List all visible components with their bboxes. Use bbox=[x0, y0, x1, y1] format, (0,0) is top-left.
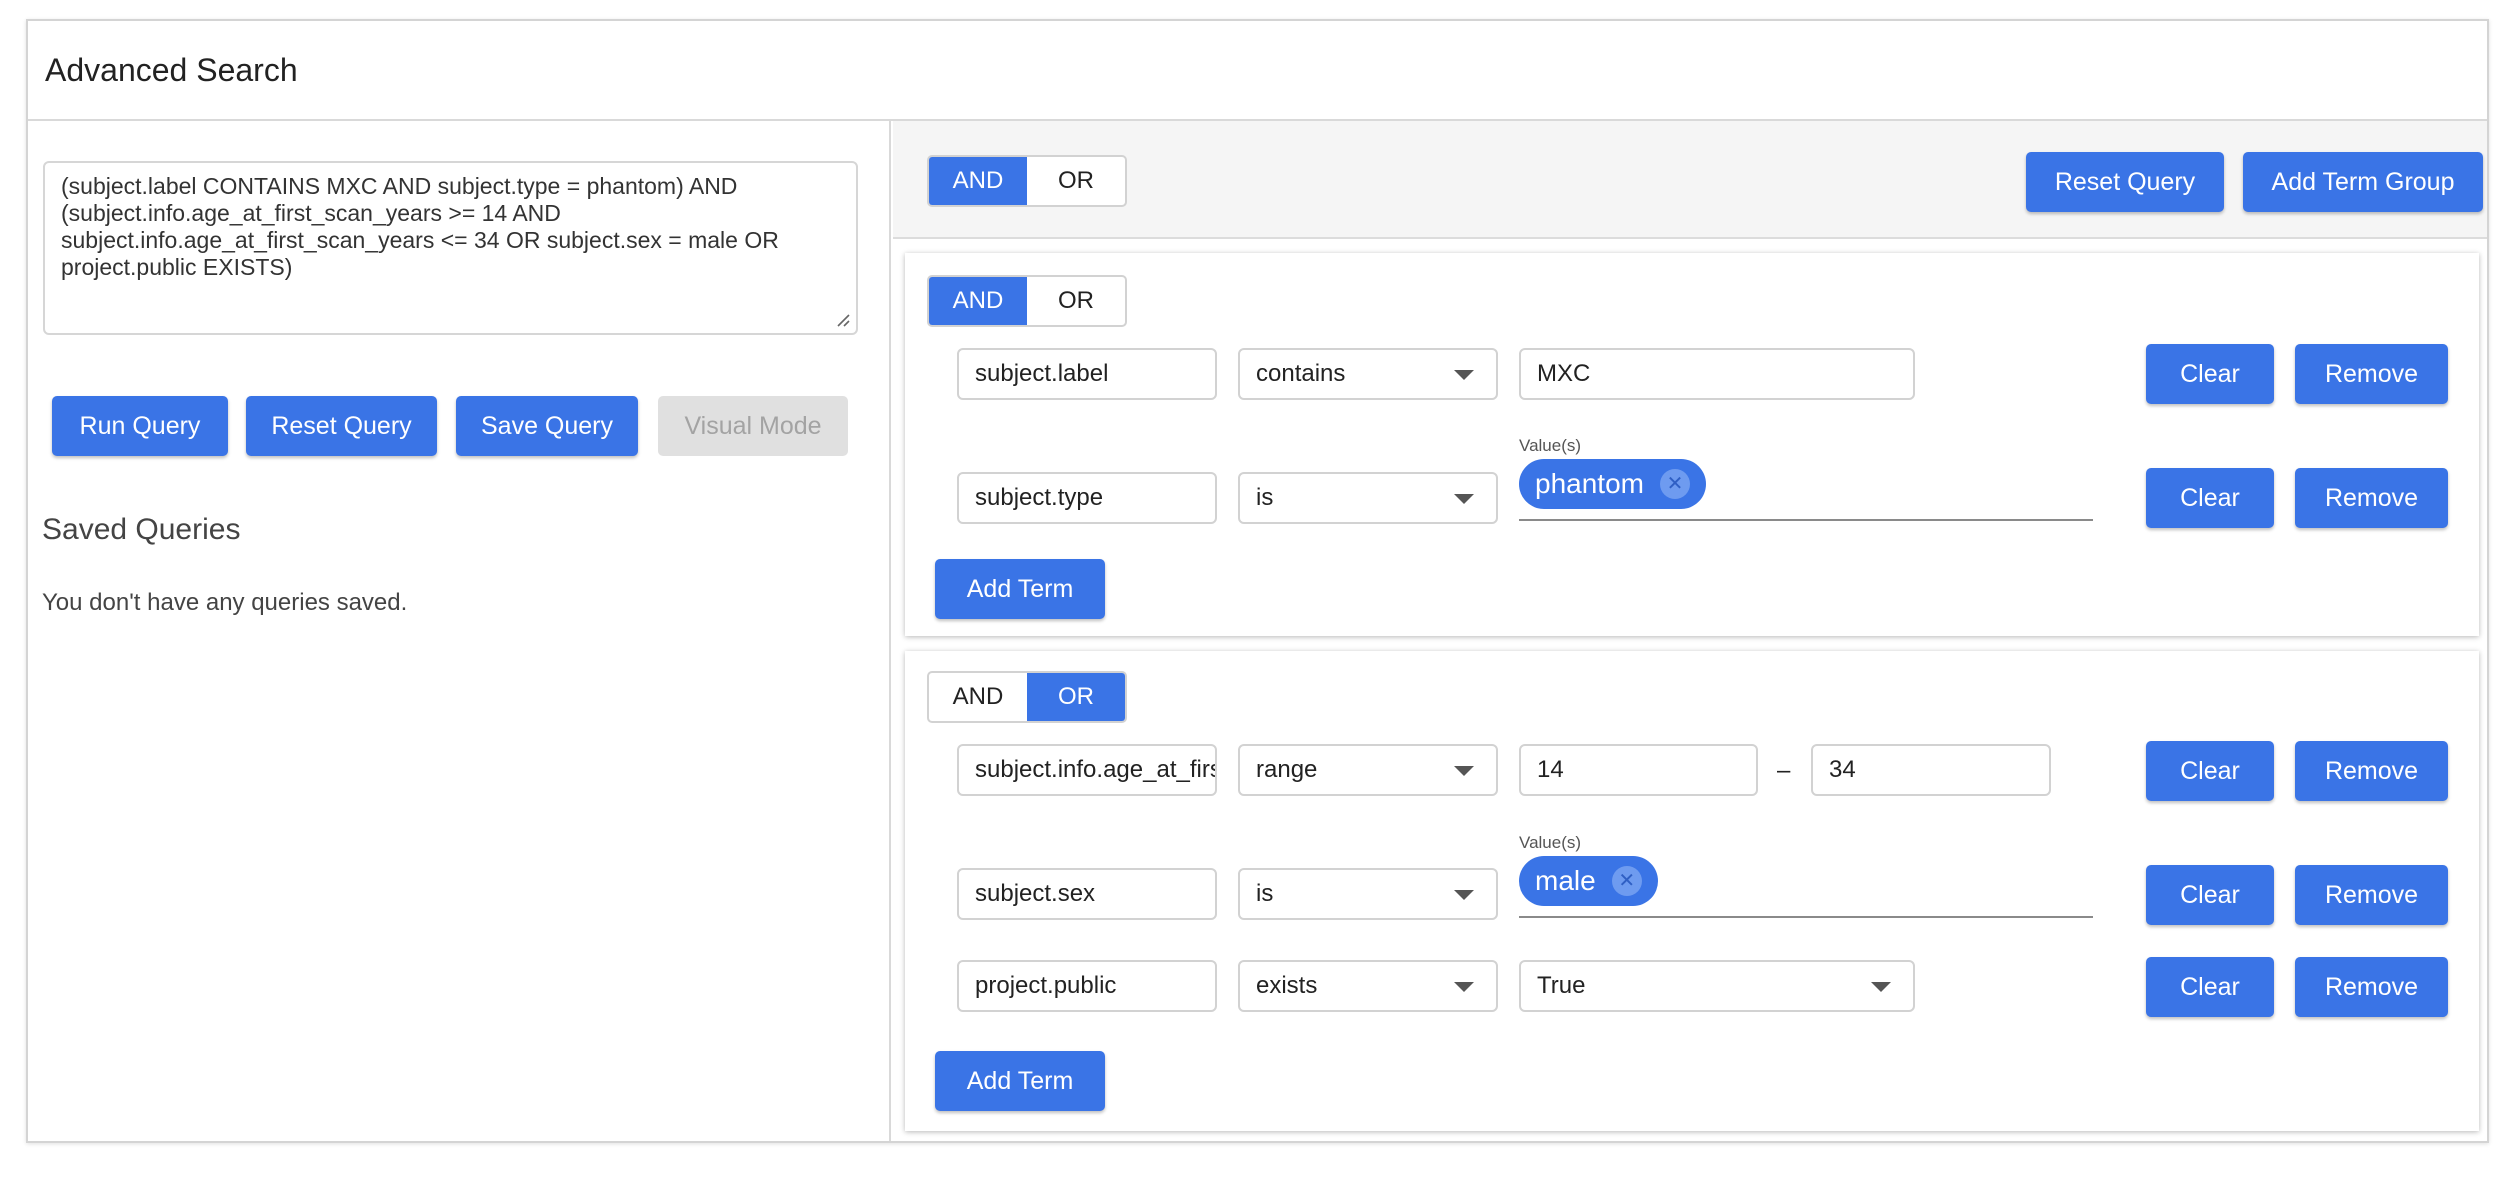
saved-queries-empty-message: You don't have any queries saved. bbox=[42, 589, 408, 616]
save-query-button[interactable]: Save Query bbox=[456, 396, 638, 456]
builder-toolbar: AND OR Reset Query Add Term Group bbox=[893, 121, 2487, 239]
dropdown-arrow-icon bbox=[1454, 766, 1474, 776]
group-1-or-option[interactable]: OR bbox=[1027, 277, 1125, 325]
group-2-or-option[interactable]: OR bbox=[1027, 673, 1125, 721]
page-title: Advanced Search bbox=[45, 51, 298, 88]
term-value: True bbox=[1537, 972, 1586, 999]
values-label: Value(s) bbox=[1519, 833, 1582, 852]
term-operator-value: is bbox=[1256, 880, 1274, 907]
remove-term-button[interactable]: Remove bbox=[2295, 344, 2448, 404]
values-label: Value(s) bbox=[1519, 436, 1582, 455]
dropdown-arrow-icon bbox=[1454, 494, 1474, 504]
value-chip-label: male bbox=[1535, 865, 1596, 896]
range-min-value: 14 bbox=[1537, 756, 1564, 783]
term-operator-value: exists bbox=[1256, 972, 1318, 999]
panel-header: Advanced Search bbox=[28, 21, 2487, 121]
group-1-operator-toggle: AND OR bbox=[927, 275, 1127, 327]
root-operator-toggle: AND OR bbox=[927, 155, 1127, 207]
group-2-operator-toggle: AND OR bbox=[927, 671, 1127, 723]
term-field-value: project.public bbox=[975, 972, 1117, 999]
term-values-chip-input[interactable]: phantom ✕ bbox=[1519, 459, 2093, 521]
range-max-value: 34 bbox=[1829, 756, 1856, 783]
term-field-value: subject.info.age_at_first_scan_years bbox=[975, 756, 1215, 783]
term-field-input[interactable]: project.public bbox=[957, 960, 1217, 1012]
term-field-value: subject.label bbox=[975, 360, 1109, 387]
term-field-value: subject.type bbox=[975, 484, 1104, 511]
value-chip: male ✕ bbox=[1519, 856, 1658, 906]
clear-term-button[interactable]: Clear bbox=[2146, 957, 2274, 1017]
group-1-and-option[interactable]: AND bbox=[929, 277, 1027, 325]
term-operator-value: contains bbox=[1256, 360, 1346, 387]
group-2-and-option[interactable]: AND bbox=[929, 673, 1027, 721]
add-term-button[interactable]: Add Term bbox=[935, 559, 1105, 619]
remove-term-button[interactable]: Remove bbox=[2295, 741, 2448, 801]
remove-term-button[interactable]: Remove bbox=[2295, 865, 2448, 925]
advanced-search-panel: Advanced Search (subject.label CONTAINS … bbox=[26, 19, 2489, 1143]
root-and-option[interactable]: AND bbox=[929, 157, 1027, 205]
term-operator-value: range bbox=[1256, 756, 1318, 783]
dropdown-arrow-icon bbox=[1871, 982, 1891, 992]
range-min-input[interactable]: 14 bbox=[1519, 744, 1758, 796]
term-field-input[interactable]: subject.sex bbox=[957, 868, 1217, 920]
clear-term-button[interactable]: Clear bbox=[2146, 865, 2274, 925]
term-operator-value: is bbox=[1256, 484, 1274, 511]
term-group-2: AND OR subject.info.age_at_first_scan_ye… bbox=[905, 651, 2479, 1131]
dropdown-arrow-icon bbox=[1454, 370, 1474, 380]
add-term-group-button[interactable]: Add Term Group bbox=[2243, 152, 2483, 212]
query-text-column: (subject.label CONTAINS MXC AND subject.… bbox=[28, 121, 891, 1141]
term-operator-select[interactable]: range bbox=[1238, 744, 1498, 796]
term-group-1: AND OR subject.label contains MXC Clear … bbox=[905, 253, 2479, 636]
remove-term-button[interactable]: Remove bbox=[2295, 957, 2448, 1017]
dropdown-arrow-icon bbox=[1454, 890, 1474, 900]
clear-term-button[interactable]: Clear bbox=[2146, 468, 2274, 528]
query-builder: AND OR Reset Query Add Term Group AND OR… bbox=[893, 121, 2487, 1141]
run-query-button[interactable]: Run Query bbox=[52, 396, 228, 456]
range-separator: – bbox=[1777, 757, 1791, 784]
clear-term-button[interactable]: Clear bbox=[2146, 741, 2274, 801]
term-field-input[interactable]: subject.type bbox=[957, 472, 1217, 524]
value-chip-label: phantom bbox=[1535, 468, 1644, 499]
resize-handle-icon[interactable] bbox=[834, 311, 850, 327]
reset-query-button[interactable]: Reset Query bbox=[246, 396, 437, 456]
query-text: (subject.label CONTAINS MXC AND subject.… bbox=[61, 173, 779, 280]
term-field-input[interactable]: subject.label bbox=[957, 348, 1217, 400]
value-chip: phantom ✕ bbox=[1519, 459, 1706, 509]
term-field-input[interactable]: subject.info.age_at_first_scan_years bbox=[957, 744, 1217, 796]
term-operator-select[interactable]: contains bbox=[1238, 348, 1498, 400]
visual-mode-button[interactable]: Visual Mode bbox=[658, 396, 848, 456]
root-or-option[interactable]: OR bbox=[1027, 157, 1125, 205]
query-textarea[interactable]: (subject.label CONTAINS MXC AND subject.… bbox=[43, 161, 858, 335]
term-value: MXC bbox=[1537, 360, 1591, 387]
range-max-input[interactable]: 34 bbox=[1811, 744, 2051, 796]
term-operator-select[interactable]: is bbox=[1238, 868, 1498, 920]
term-value-select[interactable]: True bbox=[1519, 960, 1915, 1012]
add-term-button[interactable]: Add Term bbox=[935, 1051, 1105, 1111]
saved-queries-heading: Saved Queries bbox=[42, 513, 241, 546]
remove-term-button[interactable]: Remove bbox=[2295, 468, 2448, 528]
term-values-chip-input[interactable]: male ✕ bbox=[1519, 856, 2093, 918]
term-operator-select[interactable]: is bbox=[1238, 472, 1498, 524]
dropdown-arrow-icon bbox=[1454, 982, 1474, 992]
builder-reset-query-button[interactable]: Reset Query bbox=[2026, 152, 2224, 212]
chip-remove-icon[interactable]: ✕ bbox=[1611, 866, 1642, 896]
clear-term-button[interactable]: Clear bbox=[2146, 344, 2274, 404]
chip-remove-icon[interactable]: ✕ bbox=[1659, 469, 1690, 499]
term-value-input[interactable]: MXC bbox=[1519, 348, 1915, 400]
term-field-value: subject.sex bbox=[975, 880, 1096, 907]
term-operator-select[interactable]: exists bbox=[1238, 960, 1498, 1012]
